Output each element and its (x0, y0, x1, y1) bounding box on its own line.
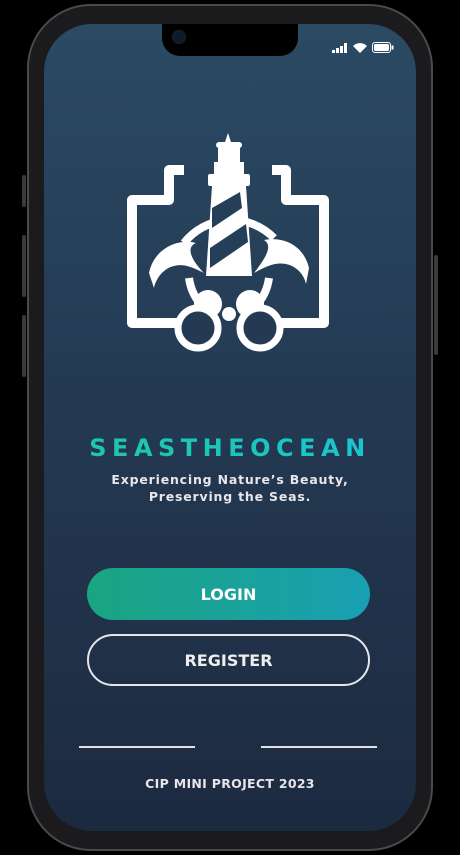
footer-text: CIP MINI PROJECT 2023 (145, 776, 315, 791)
tagline: Experiencing Nature’s Beauty, Preserving… (44, 471, 416, 505)
wifi-icon (353, 42, 367, 53)
volume-up-button (22, 235, 26, 297)
battery-icon (372, 42, 394, 53)
login-button[interactable]: LOGIN (87, 568, 370, 620)
divider-right (261, 746, 377, 748)
volume-down-button (22, 315, 26, 377)
tagline-line-2: Preserving the Seas. (148, 489, 312, 504)
login-screen: SEASTHEOCEAN Experiencing Nature’s Beaut… (44, 24, 416, 831)
divider-left (79, 746, 195, 748)
register-button[interactable]: REGISTER (87, 634, 370, 686)
brand-title: SEASTHEOCEAN (44, 434, 416, 462)
power-button (434, 255, 438, 355)
mute-switch (22, 175, 26, 207)
app-logo (127, 133, 329, 352)
status-bar (332, 42, 394, 53)
tagline-line-1: Experiencing Nature’s Beauty, (111, 472, 349, 487)
signal-icon (332, 42, 347, 53)
camera (172, 30, 186, 44)
